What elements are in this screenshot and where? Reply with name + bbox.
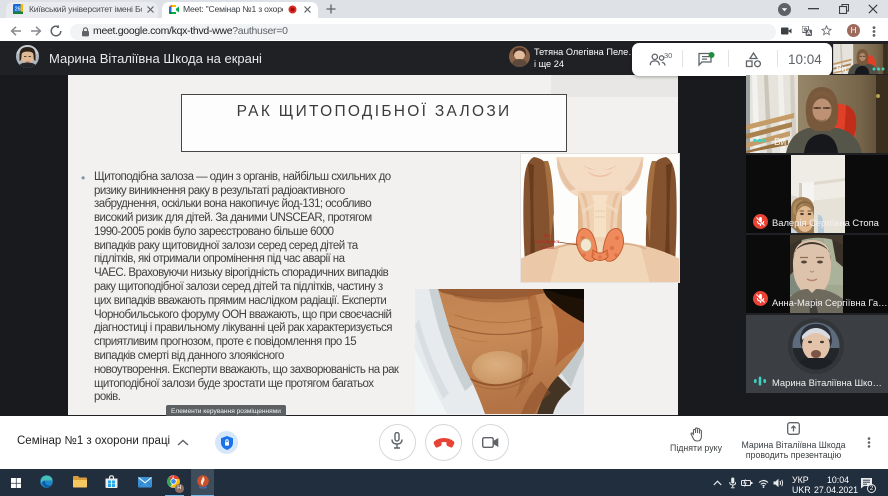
svg-text:залози: залози <box>540 245 554 250</box>
svg-text:щитовидної: щитовидної <box>535 239 560 244</box>
svg-text:рак: рак <box>544 233 551 238</box>
svg-text:26: 26 <box>15 7 21 13</box>
